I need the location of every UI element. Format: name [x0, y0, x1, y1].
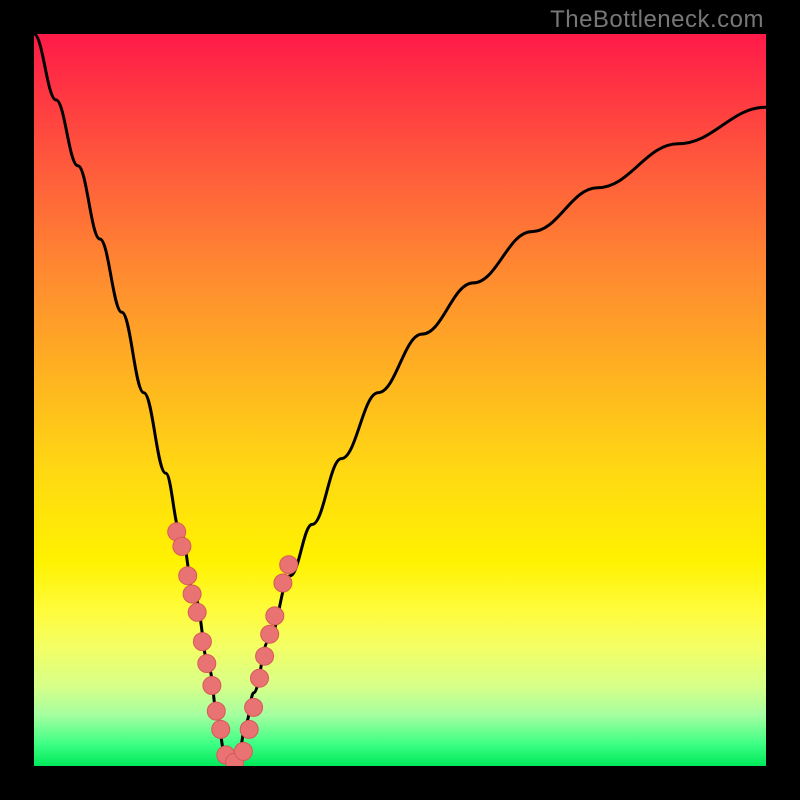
highlight-dot	[245, 698, 263, 716]
chart-frame: TheBottleneck.com	[0, 0, 800, 800]
highlight-dot	[266, 607, 284, 625]
highlight-dot	[261, 625, 279, 643]
highlight-dot	[251, 669, 269, 687]
highlight-dot	[207, 702, 225, 720]
highlight-dot	[183, 585, 201, 603]
highlight-dot	[198, 655, 216, 673]
watermark-text: TheBottleneck.com	[550, 6, 764, 34]
highlight-dot	[173, 537, 191, 555]
bottleneck-curve	[34, 34, 766, 766]
highlight-dot	[280, 556, 298, 574]
highlight-dot	[188, 603, 206, 621]
highlight-dot	[234, 742, 252, 760]
highlight-dot	[193, 633, 211, 651]
highlight-dot	[179, 567, 197, 585]
highlight-dot	[203, 677, 221, 695]
highlight-dot	[240, 720, 258, 738]
plot-area	[34, 34, 766, 766]
bottleneck-curve-svg	[34, 34, 766, 766]
highlight-dot	[274, 574, 292, 592]
highlight-dot	[212, 720, 230, 738]
highlight-dot	[256, 647, 274, 665]
